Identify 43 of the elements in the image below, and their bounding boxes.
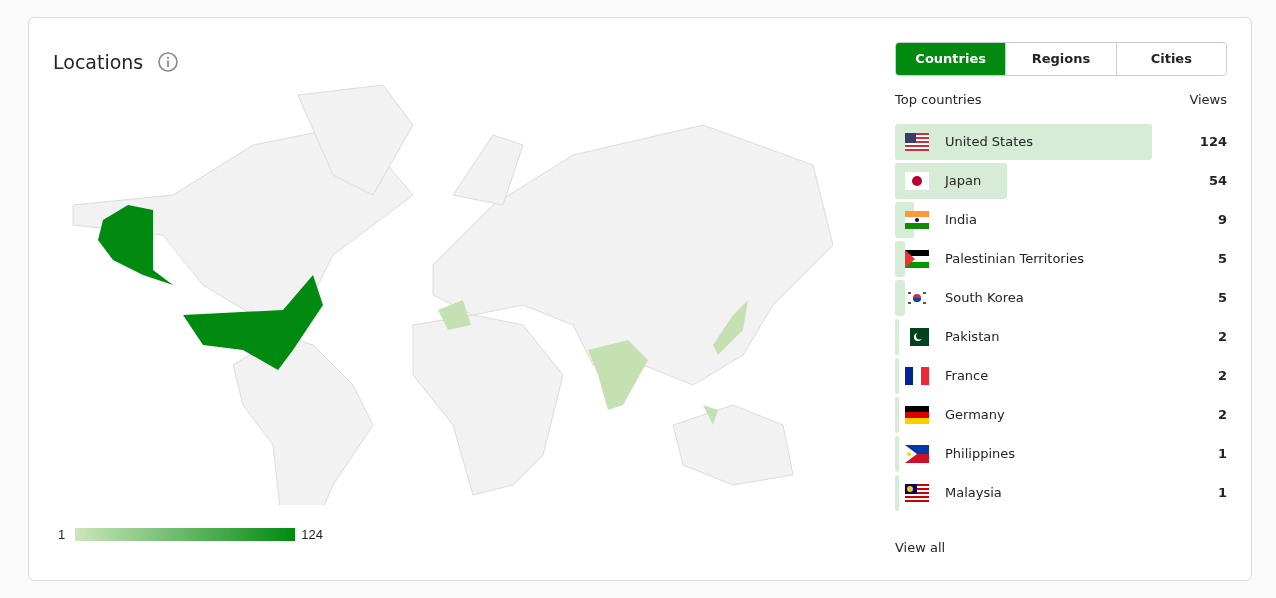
bar-fill [895, 318, 900, 355]
bar-fill [895, 357, 900, 394]
country-name: South Korea [945, 288, 1024, 307]
flag-icon [905, 444, 929, 463]
legend-max-label: 124 [301, 525, 323, 544]
view-all-link[interactable]: View all [895, 537, 946, 557]
flag-icon [905, 483, 929, 502]
country-name: United States [945, 132, 1034, 151]
bar-fill [895, 279, 906, 316]
country-name: India [945, 210, 977, 229]
tab[interactable]: Countries [896, 43, 1006, 75]
view-count: 2 [1217, 405, 1227, 424]
country-name: Malaysia [945, 483, 1002, 502]
section-title: Locations [53, 50, 144, 75]
country-name: Germany [945, 405, 1005, 424]
legend-min-label: 1 [58, 525, 66, 544]
view-count: 2 [1217, 366, 1227, 385]
flag-icon [905, 249, 929, 268]
view-count: 124 [1199, 132, 1227, 151]
view-count: 9 [1217, 210, 1227, 229]
country-name: Pakistan [945, 327, 1000, 346]
country-name: Philippines [945, 444, 1016, 463]
country-name: Palestinian Territories [945, 249, 1085, 268]
country-name: France [945, 366, 989, 385]
country-name: Japan [945, 171, 982, 190]
tab[interactable]: Cities [1115, 43, 1226, 75]
bar-fill [895, 474, 899, 511]
view-count: 2 [1217, 327, 1227, 346]
info-icon[interactable] [157, 51, 180, 74]
list-header: Top countries [895, 91, 982, 109]
bar-fill [895, 396, 900, 433]
view-count: 1 [1217, 444, 1227, 463]
bar-fill [895, 240, 906, 277]
column-header: Views [1189, 91, 1227, 109]
view-count: 5 [1217, 249, 1227, 268]
flag-icon [905, 366, 929, 385]
flag-icon [905, 327, 929, 346]
view-count: 1 [1217, 483, 1227, 502]
flag-icon [905, 210, 929, 229]
bar-fill [895, 435, 899, 472]
flag-icon [905, 405, 929, 424]
view-count: 5 [1217, 288, 1227, 307]
view-count: 54 [1208, 171, 1227, 190]
